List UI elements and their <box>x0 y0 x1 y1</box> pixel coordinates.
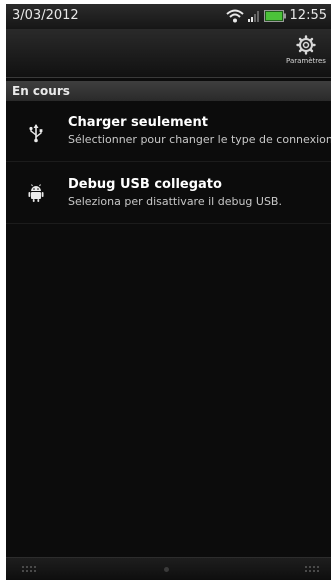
status-icons: 12:55 <box>225 8 327 23</box>
notification-item[interactable]: Charger seulement Sélectionner pour chan… <box>6 105 331 162</box>
section-header: En cours <box>6 81 331 101</box>
settings-button[interactable]: Paramètres <box>281 35 331 75</box>
battery-icon <box>263 9 286 22</box>
android-debug-icon <box>28 184 44 202</box>
notification-title: Charger seulement <box>68 115 208 130</box>
notification-subtitle: Seleziona per disattivare il debug USB. <box>68 195 282 208</box>
grip-left-icon <box>22 566 36 572</box>
handle-dot <box>164 567 169 572</box>
usb-icon <box>29 124 43 143</box>
wifi-icon <box>225 9 244 22</box>
notification-title: Debug USB collegato <box>68 177 222 192</box>
signal-icon <box>247 10 259 22</box>
notification-item[interactable]: Debug USB collegato Seleziona per disatt… <box>6 167 331 224</box>
settings-label: Paramètres <box>286 57 326 65</box>
notification-shade: 3/03/2012 12:55 Paramètres En cours Char… <box>6 4 331 580</box>
shade-handle-bar[interactable] <box>6 557 331 580</box>
gear-icon <box>296 35 316 55</box>
shade-toolbar: Paramètres <box>6 29 331 78</box>
status-date: 3/03/2012 <box>12 8 79 23</box>
grip-right-icon <box>305 566 319 572</box>
notification-subtitle: Sélectionner pour changer le type de con… <box>68 133 331 146</box>
status-bar: 3/03/2012 12:55 <box>6 4 331 29</box>
status-time: 12:55 <box>289 8 327 23</box>
